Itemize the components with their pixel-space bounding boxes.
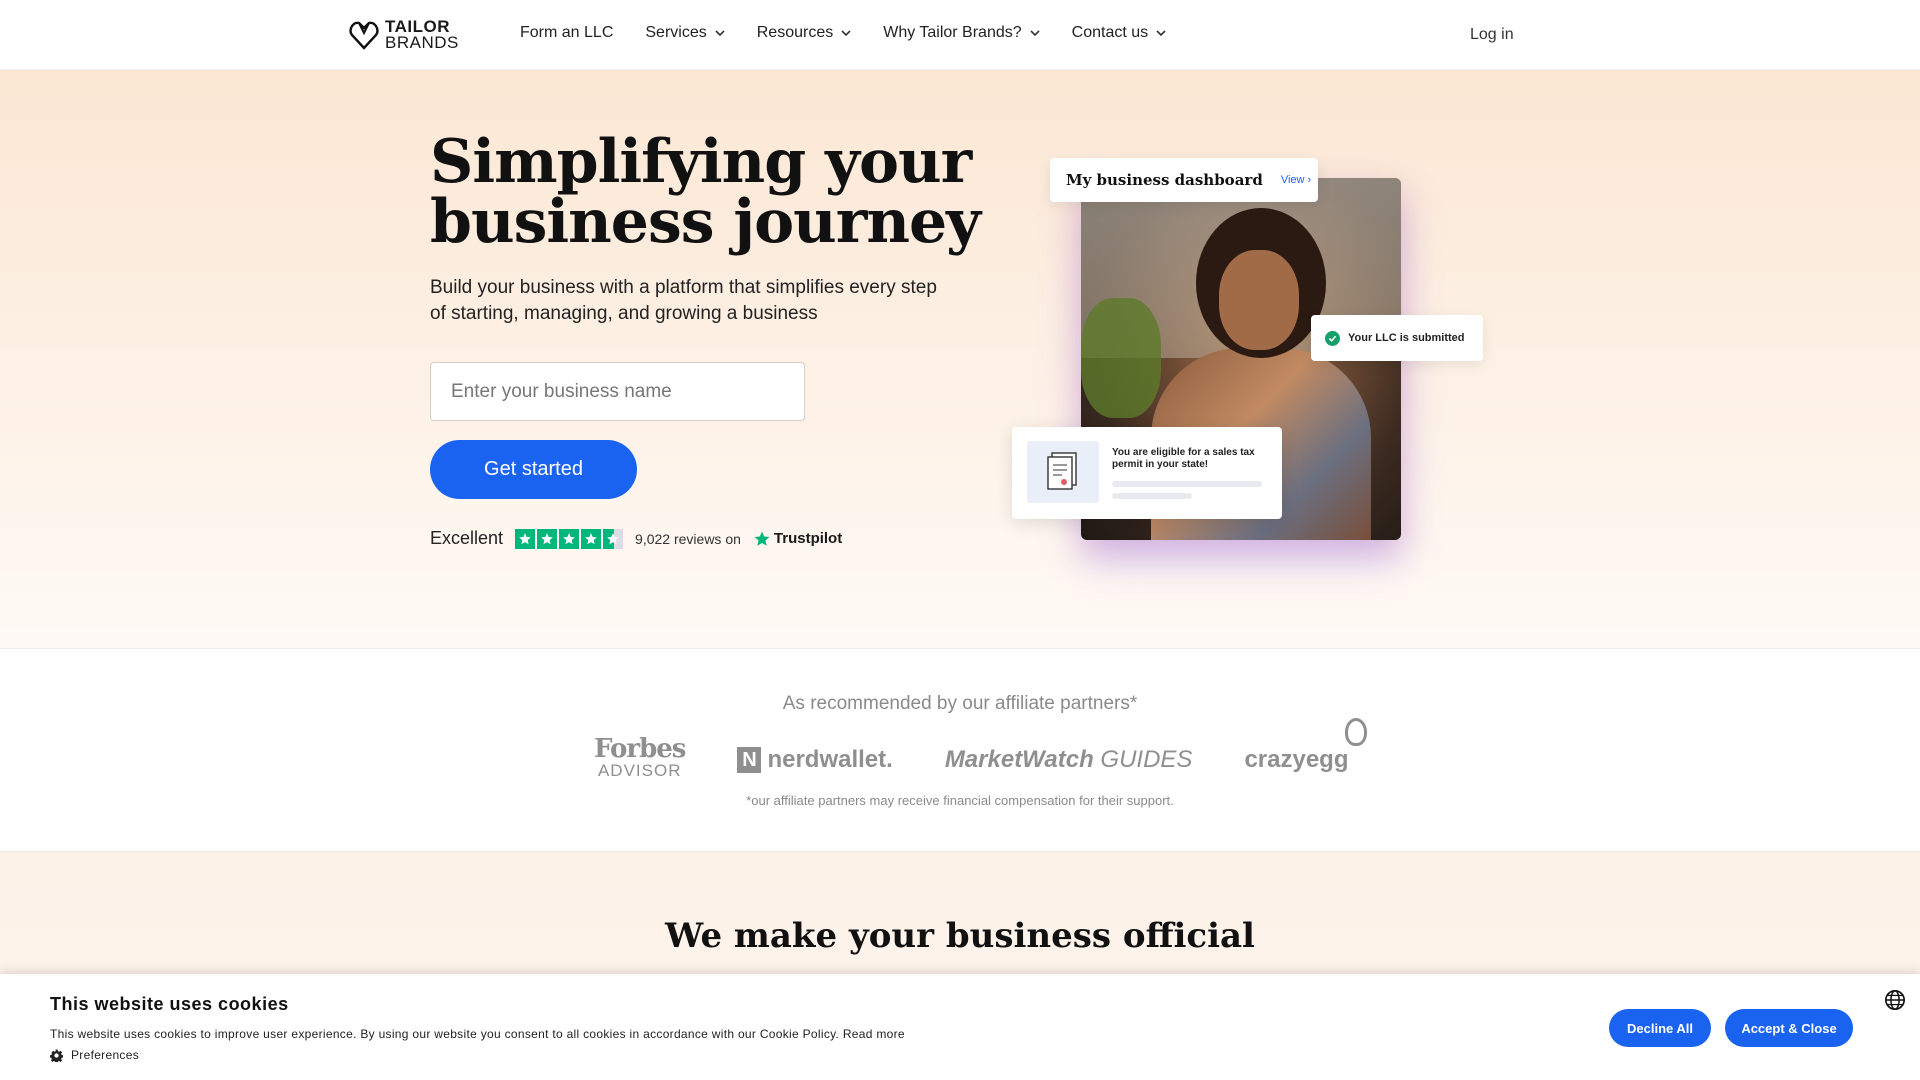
egg-icon	[1344, 718, 1367, 746]
nav-links: Form an LLC Services Resources Why Tailo…	[520, 24, 1166, 42]
get-started-button[interactable]: Get started	[430, 440, 637, 499]
preferences-label: Preferences	[71, 1048, 139, 1062]
nav-item-label: Contact us	[1071, 24, 1149, 41]
nav-item-contact-us[interactable]: Contact us	[1072, 24, 1166, 42]
accept-close-button[interactable]: Accept & Close	[1725, 1009, 1853, 1047]
nerdwallet-icon: N	[737, 747, 762, 773]
dashboard-card-title: My business dashboard	[1066, 171, 1263, 189]
nav-item-form-llc[interactable]: Form an LLC	[520, 24, 613, 42]
trustpilot-logo: Trustpilot	[753, 530, 842, 548]
forbes-advisor-logo: Forbes ADVISOR	[594, 734, 686, 780]
nerdwallet-logo: N nerdwallet.	[737, 746, 893, 774]
gear-icon	[50, 1049, 63, 1062]
hero-section: Simplifying your business journey Build …	[0, 70, 1920, 648]
permit-text: You are eligible for a sales tax permit …	[1112, 447, 1255, 470]
placeholder-bar	[1112, 493, 1192, 499]
business-name-input[interactable]	[430, 362, 805, 421]
top-nav: TAILOR BRANDS Form an LLC Services Resou…	[0, 0, 1920, 70]
star-icon	[515, 528, 536, 549]
nav-item-services[interactable]: Services	[645, 24, 725, 42]
cookie-body-text: This website uses cookies to improve use…	[50, 1027, 840, 1041]
chevron-down-icon	[1030, 30, 1040, 37]
hero-title: Simplifying your business journey	[430, 127, 981, 257]
cookie-banner: This website uses cookies This website u…	[0, 974, 1920, 1080]
hero-subtitle: Build your business with a platform that…	[430, 277, 937, 324]
chevron-down-icon	[1156, 30, 1166, 37]
crazyegg-logo: crazyegg	[1244, 718, 1367, 774]
nav-item-label: Services	[645, 24, 707, 41]
placeholder-bar	[1112, 481, 1262, 487]
check-circle-icon	[1325, 330, 1340, 346]
logo-wordmark: TAILOR BRANDS	[385, 18, 459, 52]
rating-word: Excellent	[430, 528, 504, 548]
nav-item-label: Form an LLC	[520, 24, 614, 41]
partners-heading: As recommended by our affiliate partners…	[782, 693, 1138, 714]
partners-section: As recommended by our affiliate partners…	[0, 648, 1920, 852]
star-icon	[537, 528, 558, 549]
star-icon	[581, 528, 602, 549]
tailor-brands-logo[interactable]: TAILOR BRANDS	[349, 18, 459, 52]
marketwatch-guides-logo: MarketWatch GUIDES	[944, 746, 1193, 773]
trustpilot-label: Trustpilot	[773, 530, 843, 547]
nav-item-why-tailor-brands[interactable]: Why Tailor Brands?	[883, 24, 1040, 42]
nav-item-resources[interactable]: Resources	[757, 24, 851, 42]
read-more-link[interactable]: Read more	[843, 1027, 905, 1041]
section-title: We make your business official	[665, 916, 1255, 956]
decline-all-button[interactable]: Decline All	[1609, 1009, 1711, 1047]
dashboard-view-link[interactable]: View ›	[1281, 174, 1311, 186]
nav-item-label: Resources	[756, 24, 834, 41]
cookie-text: This website uses cookies to improve use…	[50, 1027, 905, 1041]
chevron-down-icon	[715, 30, 725, 37]
globe-icon[interactable]	[1884, 989, 1906, 1011]
review-count: 9,022 reviews on	[635, 530, 741, 547]
cookie-title: This website uses cookies	[50, 994, 289, 1014]
login-link[interactable]: Log in	[1470, 26, 1514, 44]
half-star-icon	[603, 528, 624, 549]
llc-status-text: Your LLC is submitted	[1348, 332, 1465, 344]
star-icon	[559, 528, 580, 549]
logo-heart-icon	[349, 21, 379, 50]
partners-disclaimer: *our affiliate partners may receive fina…	[746, 793, 1174, 808]
document-icon	[1027, 441, 1099, 503]
permit-card: You are eligible for a sales tax permit …	[1012, 427, 1282, 519]
preferences-toggle[interactable]: Preferences	[50, 1048, 139, 1062]
logo-line2: BRANDS	[385, 33, 459, 52]
chevron-down-icon	[841, 30, 851, 37]
llc-status-card: Your LLC is submitted	[1311, 315, 1483, 361]
star-rating	[515, 528, 624, 549]
dashboard-card: My business dashboard View ›	[1050, 158, 1318, 202]
nav-item-label: Why Tailor Brands?	[883, 24, 1022, 41]
trustpilot-star-icon	[754, 531, 770, 546]
trustpilot-rating[interactable]: Excellent 9,022 reviews on Trustpilot	[430, 528, 842, 549]
partner-logos: Forbes ADVISOR N nerdwallet. MarketWatch…	[594, 718, 1367, 785]
